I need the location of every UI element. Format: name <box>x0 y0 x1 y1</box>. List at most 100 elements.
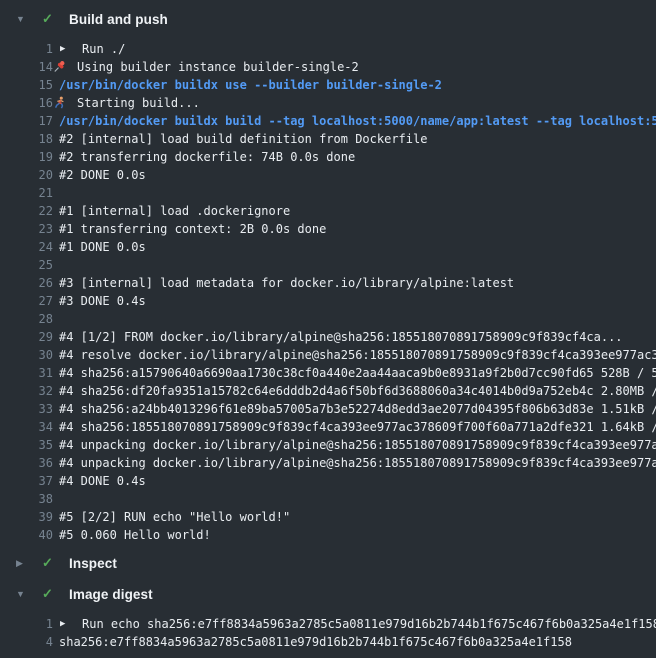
line-number[interactable]: 31 <box>0 364 53 382</box>
line-number[interactable]: 4 <box>0 633 53 651</box>
expand-toggle-icon[interactable]: ▼ <box>16 589 28 599</box>
log-line: 39 #5 [2/2] RUN echo "Hello world!" <box>0 508 656 526</box>
line-number[interactable]: 32 <box>0 382 53 400</box>
log-text: /usr/bin/docker buildx build --tag local… <box>59 112 656 130</box>
line-number[interactable]: 38 <box>0 490 53 508</box>
log-text: #4 unpacking docker.io/library/alpine@sh… <box>59 454 656 472</box>
log-text: /usr/bin/docker buildx use --builder bui… <box>59 76 442 94</box>
log-text: #4 sha256:185518070891758909c9f839cf4ca3… <box>59 418 656 436</box>
log-text: #5 [2/2] RUN echo "Hello world!" <box>59 508 290 526</box>
section-lines: 1 ▶ Run echo sha256:e7ff8834a5963a2785c5a… <box>0 615 656 651</box>
line-number[interactable]: 21 <box>0 184 53 202</box>
log-line: 1 ▶ Run echo sha256:e7ff8834a5963a2785c5a… <box>0 615 656 633</box>
line-number[interactable]: 28 <box>0 310 53 328</box>
log-line: 18 #2 [internal] load build definition f… <box>0 130 656 148</box>
line-number[interactable]: 14 <box>0 58 53 76</box>
section-header[interactable]: ▼ ✓ Image digest <box>0 581 656 607</box>
log-line: 37 #4 DONE 0.4s <box>0 472 656 490</box>
log-line: 31 #4 sha256:a15790640a6690aa1730c38cf0a… <box>0 364 656 382</box>
log-text: #1 transferring context: 2B 0.0s done <box>59 220 326 238</box>
line-number[interactable]: 26 <box>0 274 53 292</box>
log-text: #1 [internal] load .dockerignore <box>59 202 290 220</box>
log-text: #4 sha256:a24bb4013296f61e89ba57005a7b3e… <box>59 400 656 418</box>
log-text: Starting build... <box>77 94 200 112</box>
log-line: 27 #3 DONE 0.4s <box>0 292 656 310</box>
section-title: Build and push <box>69 12 168 27</box>
log-line: 14 Using builder instance builder-single… <box>0 58 656 76</box>
log-line: 24 #1 DONE 0.0s <box>0 238 656 256</box>
log-text: sha256:e7ff8834a5963a2785c5a0811e979d16b… <box>59 633 572 651</box>
log-line: 36 #4 unpacking docker.io/library/alpine… <box>0 454 656 472</box>
line-number[interactable]: 17 <box>0 112 53 130</box>
log-line: 34 #4 sha256:185518070891758909c9f839cf4… <box>0 418 656 436</box>
success-check-icon: ✓ <box>42 11 56 27</box>
line-number[interactable]: 20 <box>0 166 53 184</box>
log-line: 26 #3 [internal] load metadata for docke… <box>0 274 656 292</box>
log-text: #3 [internal] load metadata for docker.i… <box>59 274 514 292</box>
log-text: #4 unpacking docker.io/library/alpine@sh… <box>59 436 656 454</box>
line-number[interactable]: 16 <box>0 94 53 112</box>
log-text: Run ./ <box>82 40 125 58</box>
section-lines: 1 ▶ Run ./ 14 Using builder instance buil… <box>0 40 656 544</box>
line-number[interactable]: 36 <box>0 454 53 472</box>
log-line: 28 <box>0 310 656 328</box>
log-line: 16 Starting build... <box>0 94 656 112</box>
line-number[interactable]: 15 <box>0 76 53 94</box>
actions-log-viewer: ▼ ✓ Build and push 1 ▶Run ./ 14 Using bu… <box>0 0 656 651</box>
line-number[interactable]: 35 <box>0 436 53 454</box>
log-line: 19 #2 transferring dockerfile: 74B 0.0s … <box>0 148 656 166</box>
log-line: 35 #4 unpacking docker.io/library/alpine… <box>0 436 656 454</box>
success-check-icon: ✓ <box>42 555 56 571</box>
log-text: #3 DONE 0.4s <box>59 292 146 310</box>
log-text: #4 [1/2] FROM docker.io/library/alpine@s… <box>59 328 623 346</box>
log-section: ▼ ✓ Image digest 1 ▶ Run echo sha256:e7ff… <box>0 581 656 651</box>
success-check-icon: ✓ <box>42 586 56 602</box>
log-text: #4 sha256:a15790640a6690aa1730c38cf0a440… <box>59 364 656 382</box>
pin-icon <box>53 60 66 73</box>
log-section: ▶ ✓ Inspect <box>0 550 656 576</box>
log-text: #4 resolve docker.io/library/alpine@sha2… <box>59 346 656 364</box>
log-line: 21 <box>0 184 656 202</box>
log-line: 29 #4 [1/2] FROM docker.io/library/alpin… <box>0 328 656 346</box>
line-number[interactable]: 19 <box>0 148 53 166</box>
log-text: Using builder instance builder-single-2 <box>77 58 359 76</box>
line-number[interactable]: 18 <box>0 130 53 148</box>
line-number[interactable]: 1 <box>0 615 53 633</box>
log-line: 23 #1 transferring context: 2B 0.0s done <box>0 220 656 238</box>
log-text: #2 [internal] load build definition from… <box>59 130 427 148</box>
line-number[interactable]: 27 <box>0 292 53 310</box>
log-text: Run echo sha256:e7ff8834a5963a2785c5a081… <box>82 615 656 633</box>
line-number[interactable]: 24 <box>0 238 53 256</box>
log-line: 25 <box>0 256 656 274</box>
log-line: 40 #5 0.060 Hello world! <box>0 526 656 544</box>
line-number[interactable]: 23 <box>0 220 53 238</box>
log-line: 38 <box>0 490 656 508</box>
line-number[interactable]: 39 <box>0 508 53 526</box>
log-line: 22 #1 [internal] load .dockerignore <box>0 202 656 220</box>
section-title: Inspect <box>69 556 117 571</box>
expand-toggle-icon[interactable]: ▼ <box>16 14 28 24</box>
log-line: 32 #4 sha256:df20fa9351a15782c64e6dddb2d… <box>0 382 656 400</box>
line-number[interactable]: 22 <box>0 202 53 220</box>
log-text: #5 0.060 Hello world! <box>59 526 211 544</box>
log-sections: ▼ ✓ Build and push 1 ▶Run ./ 14 Using bu… <box>0 6 656 651</box>
expand-toggle-icon[interactable]: ▶ <box>16 558 28 569</box>
log-line: 20 #2 DONE 0.0s <box>0 166 656 184</box>
line-number[interactable]: 34 <box>0 418 53 436</box>
log-text: #4 sha256:df20fa9351a15782c64e6dddb2d4a6… <box>59 382 656 400</box>
line-number[interactable]: 25 <box>0 256 53 274</box>
run-group-chevron-icon[interactable]: ▶ <box>60 615 69 633</box>
line-number[interactable]: 33 <box>0 400 53 418</box>
section-header[interactable]: ▼ ✓ Build and push <box>0 6 656 32</box>
line-number[interactable]: 37 <box>0 472 53 490</box>
line-number[interactable]: 29 <box>0 328 53 346</box>
log-line: 30 #4 resolve docker.io/library/alpine@s… <box>0 346 656 364</box>
log-line: 17 /usr/bin/docker buildx build --tag lo… <box>0 112 656 130</box>
log-text: #4 DONE 0.4s <box>59 472 146 490</box>
line-number[interactable]: 30 <box>0 346 53 364</box>
line-number[interactable]: 40 <box>0 526 53 544</box>
log-line: 15 /usr/bin/docker buildx use --builder … <box>0 76 656 94</box>
run-group-chevron-icon[interactable]: ▶ <box>60 40 69 58</box>
section-header[interactable]: ▶ ✓ Inspect <box>0 550 656 576</box>
line-number[interactable]: 1 <box>0 40 53 58</box>
